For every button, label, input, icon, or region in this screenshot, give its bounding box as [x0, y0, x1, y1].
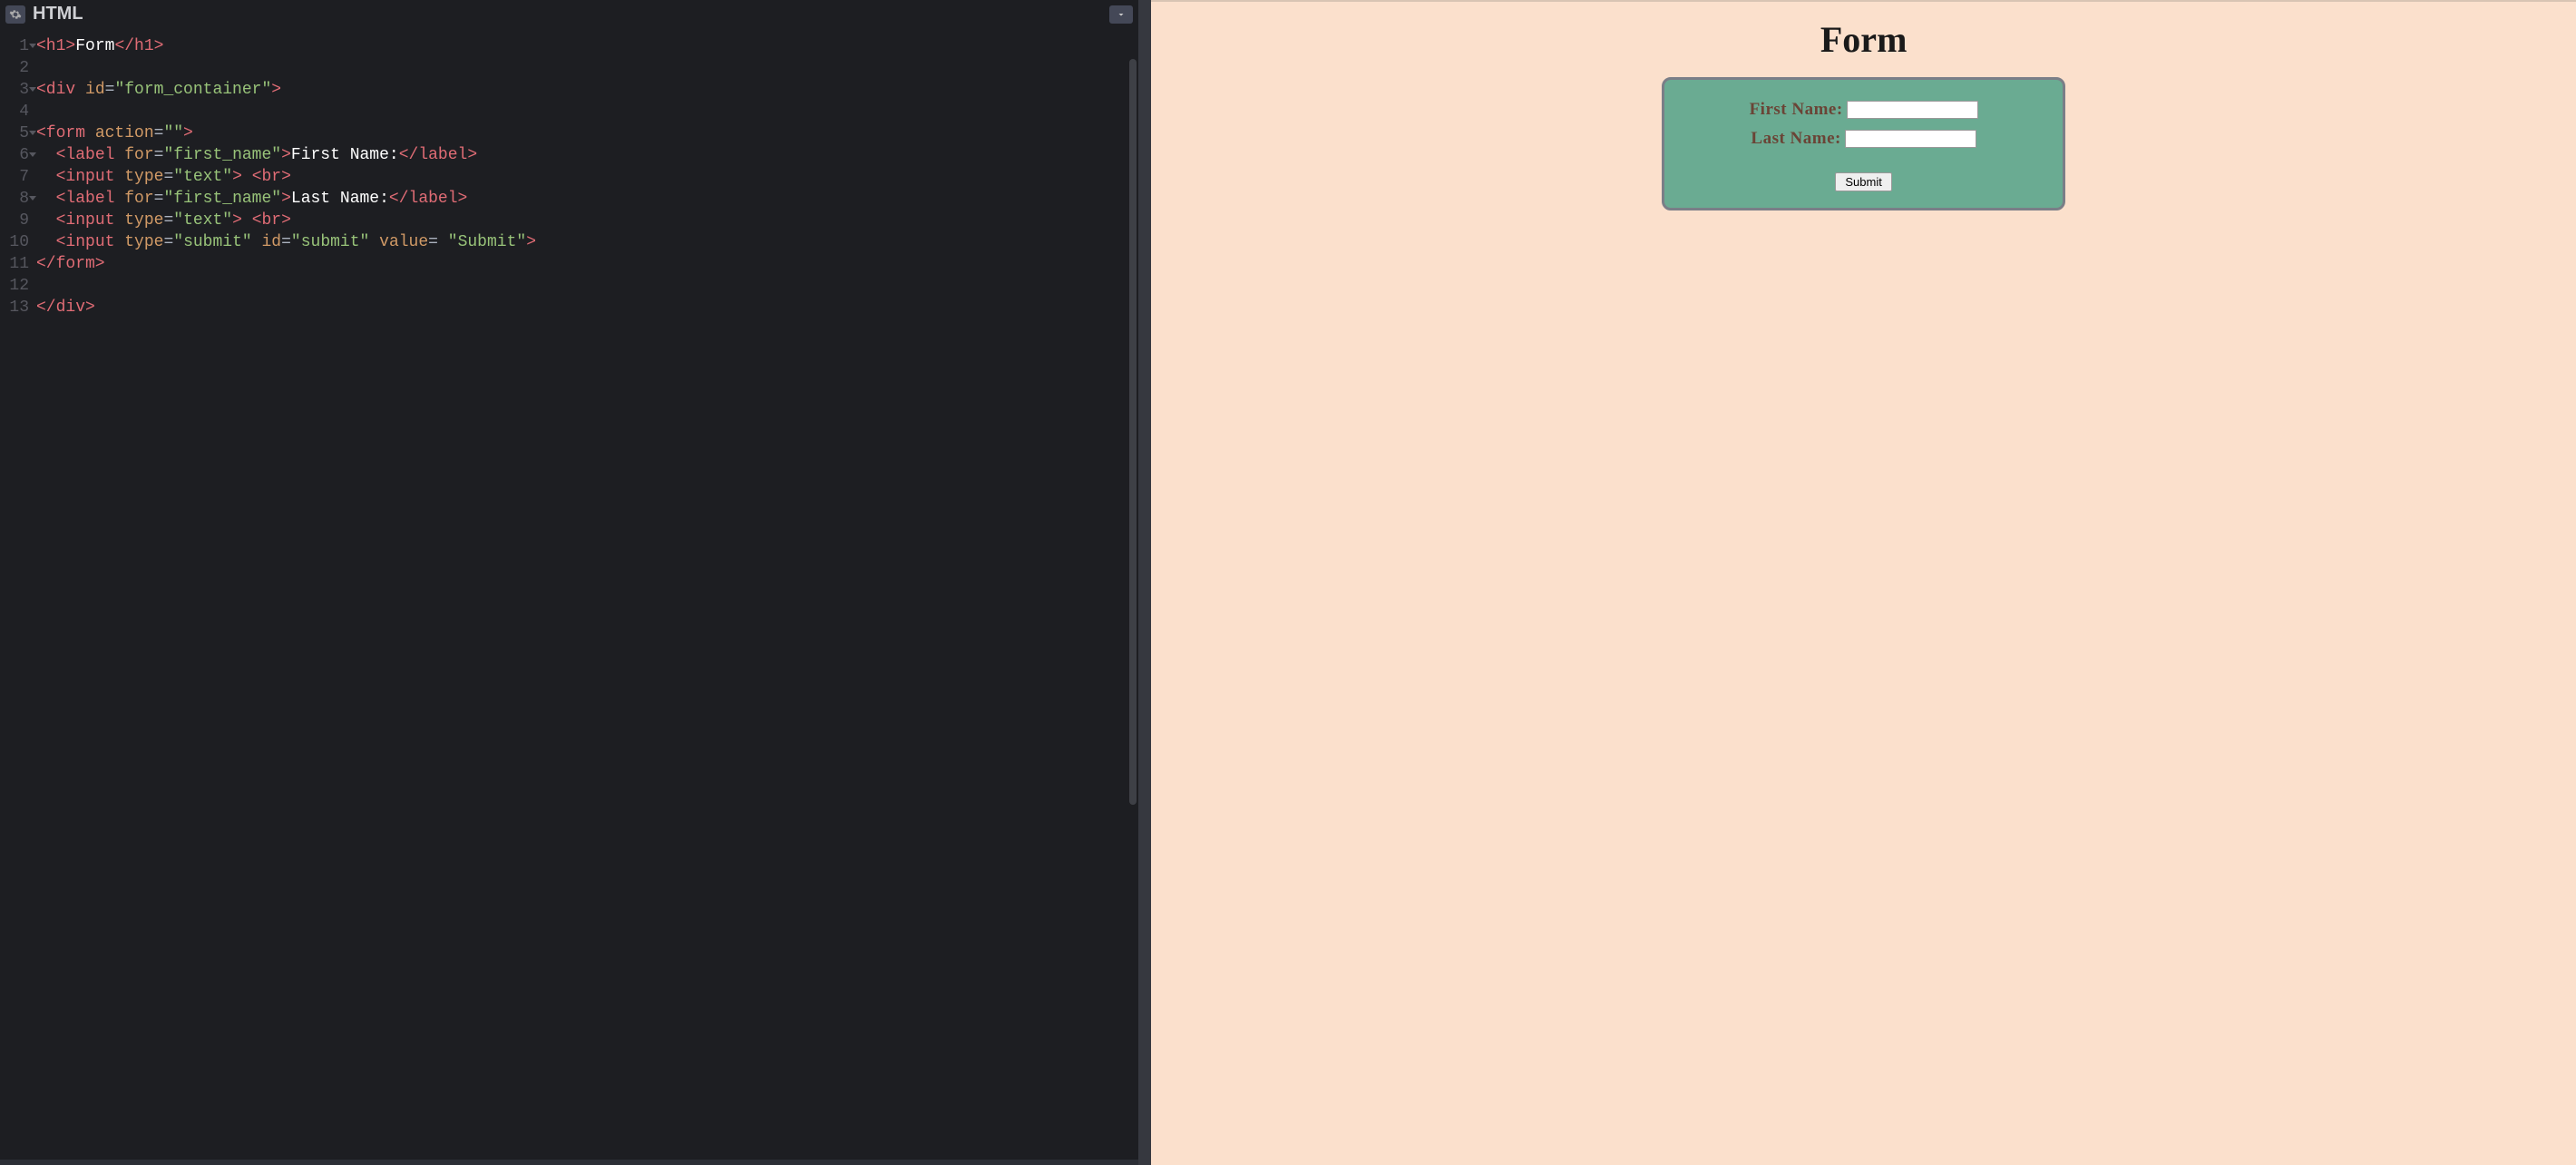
vertical-scrollbar[interactable]	[1127, 59, 1138, 1156]
first-name-row: First Name:	[1683, 100, 2044, 120]
last-name-row: Last Name:	[1683, 129, 2044, 149]
pane-splitter[interactable]	[1138, 0, 1151, 1165]
demo-form: First Name: Last Name:	[1683, 100, 2044, 191]
code-area[interactable]: 12345678910111213 <h1>Form</h1><div id="…	[0, 28, 1138, 1160]
scrollbar-thumb[interactable]	[1129, 59, 1137, 805]
editor-header: HTML	[0, 0, 1138, 28]
form-container: First Name: Last Name:	[1662, 77, 2065, 210]
preview-pane: Form First Name: Last Name:	[1151, 0, 2576, 1165]
submit-button[interactable]	[1835, 172, 1891, 191]
editor-title: HTML	[33, 4, 83, 24]
gear-icon[interactable]	[5, 5, 25, 24]
code-content[interactable]: <h1>Form</h1><div id="form_container"><f…	[36, 35, 1138, 1160]
chevron-down-icon[interactable]	[1109, 5, 1133, 24]
preview-content: Form First Name: Last Name:	[1151, 18, 2576, 210]
first-name-input[interactable]	[1847, 101, 1978, 119]
last-name-input[interactable]	[1845, 130, 1976, 148]
last-name-label: Last Name:	[1751, 129, 1840, 149]
editor-pane: HTML 12345678910111213 <h1>Form</h1><div…	[0, 0, 1138, 1165]
first-name-label: First Name:	[1750, 100, 1843, 120]
page-title: Form	[1151, 18, 2576, 61]
editor-bottom-bar	[0, 1160, 1138, 1165]
line-gutter: 12345678910111213	[0, 35, 36, 1160]
